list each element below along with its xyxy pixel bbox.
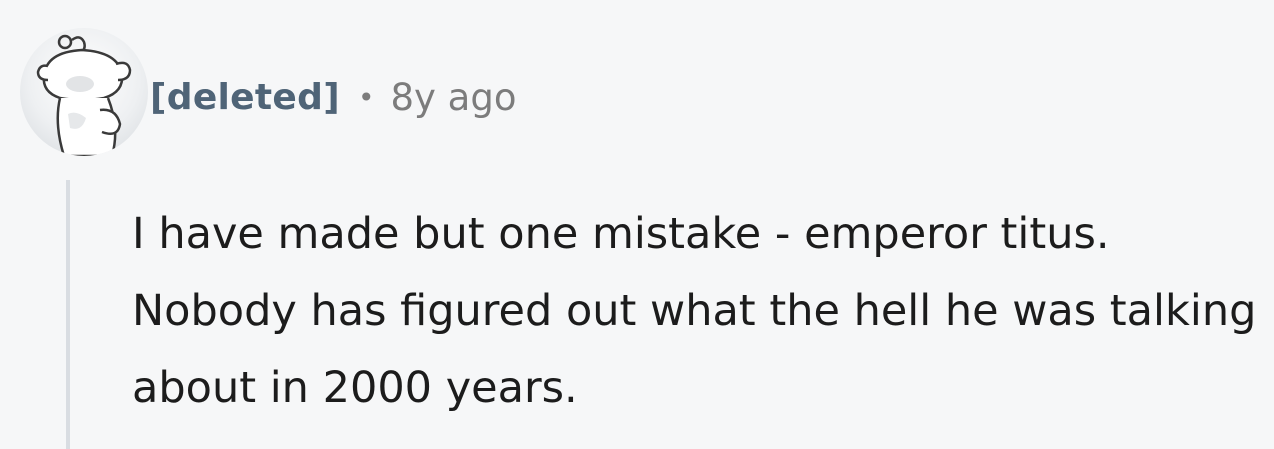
meta-separator: • xyxy=(357,80,375,114)
thread-line[interactable] xyxy=(66,180,70,449)
author-name[interactable]: [deleted] xyxy=(150,77,340,118)
comment: [deleted] • 8y ago I have made but one m… xyxy=(0,0,1274,449)
snoo-icon xyxy=(36,34,132,156)
comment-meta: [deleted] • 8y ago xyxy=(150,72,516,122)
comment-body: I have made but one mistake - emperor ti… xyxy=(132,209,1257,413)
avatar[interactable] xyxy=(20,28,148,156)
comment-timestamp[interactable]: 8y ago xyxy=(390,76,516,119)
